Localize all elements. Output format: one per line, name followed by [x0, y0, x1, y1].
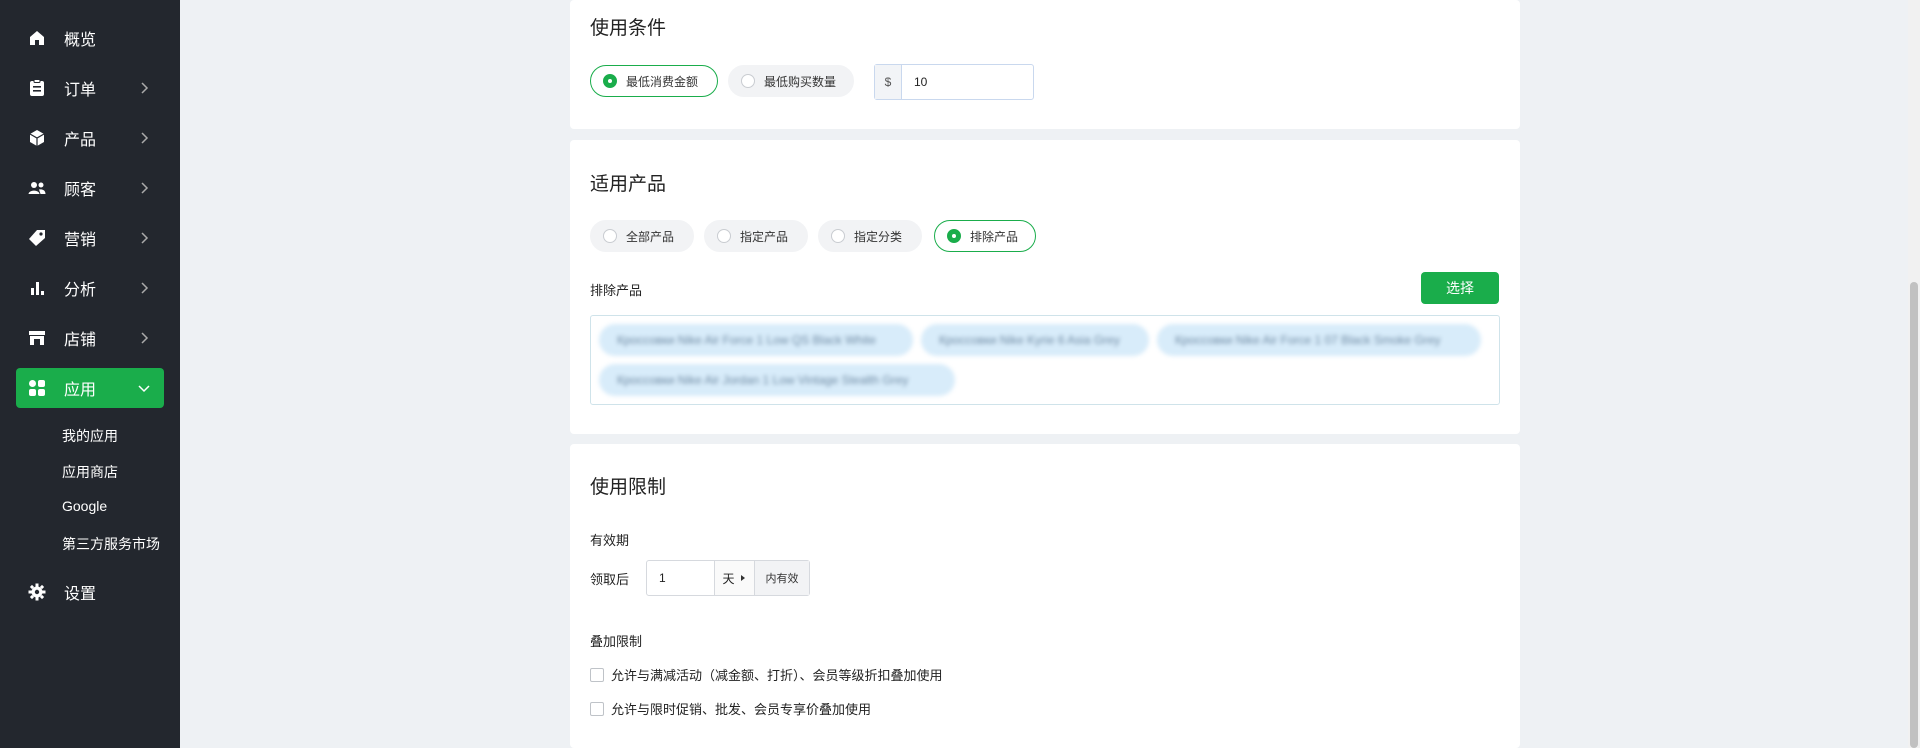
- sidebar-item-label: 设置: [64, 586, 97, 603]
- store-icon: [26, 327, 48, 349]
- checkbox-unchecked-icon[interactable]: [590, 667, 604, 682]
- sidebar-item-label: 店铺: [64, 332, 97, 349]
- select-button[interactable]: 选择: [1421, 272, 1499, 304]
- clipboard-icon: [26, 77, 48, 99]
- section-title: 适用产品: [590, 174, 667, 195]
- chevron-right-icon: [141, 82, 149, 94]
- radio-label: 指定分类: [854, 229, 903, 244]
- caret-right-icon: [740, 575, 745, 581]
- excluded-products-box: Кроссовки Nike Air Force 1 Low QS Black …: [590, 315, 1500, 405]
- stack-limit-label: 叠加限制: [590, 634, 643, 649]
- radio-unchecked-icon: [717, 229, 731, 243]
- radio-label: 全部产品: [626, 229, 675, 244]
- product-tag[interactable]: Кроссовки Nike Air Force 1 Low QS Black …: [599, 324, 913, 356]
- sidebar-item-apps[interactable]: 应用: [16, 368, 164, 408]
- radio-min-quantity[interactable]: 最低购买数量: [728, 65, 854, 97]
- amount-value: 10: [914, 75, 928, 89]
- sidebar-subitem-google[interactable]: Google: [62, 498, 107, 514]
- users-icon: [26, 177, 48, 199]
- sidebar-item-label: 顾客: [64, 182, 97, 199]
- scrollbar-thumb[interactable]: [1910, 282, 1918, 748]
- unit-label: 天: [722, 571, 735, 586]
- sidebar-item-products[interactable]: 产品: [16, 118, 164, 158]
- days-value[interactable]: 1: [647, 561, 715, 595]
- radio-specific-products[interactable]: 指定产品: [704, 220, 808, 252]
- chevron-right-icon: [141, 182, 149, 194]
- sidebar-item-label: 营销: [64, 232, 97, 249]
- sidebar-subitem-my-apps[interactable]: 我的应用: [62, 426, 118, 446]
- section-title: 使用条件: [590, 18, 667, 39]
- sidebar-item-overview[interactable]: 概览: [16, 18, 164, 58]
- usage-limits-card: 使用限制 有效期 领取后 1 天 内有效 叠加限制 允许与满减活动（减金额、打折…: [570, 444, 1520, 748]
- sidebar-item-marketing[interactable]: 营销: [16, 218, 164, 258]
- sidebar-item-orders[interactable]: 订单: [16, 68, 164, 108]
- min-amount-input[interactable]: $ 10: [874, 64, 1034, 100]
- product-tag[interactable]: Кроссовки Nike Air Jordan 1 Low Vintage …: [599, 364, 955, 396]
- gear-icon: [26, 581, 48, 603]
- excluded-products-label: 排除产品: [590, 283, 643, 298]
- checkbox-label: 允许与限时促销、批发、会员专享价叠加使用: [611, 702, 872, 717]
- radio-unchecked-icon: [603, 229, 617, 243]
- sidebar-item-label: 应用: [64, 382, 97, 399]
- sidebar-item-customers[interactable]: 顾客: [16, 168, 164, 208]
- radio-checked-icon: [947, 229, 961, 243]
- checkbox-unchecked-icon[interactable]: [590, 701, 604, 716]
- sidebar-item-label: 分析: [64, 282, 97, 299]
- radio-unchecked-icon: [741, 74, 755, 88]
- radio-unchecked-icon: [831, 229, 845, 243]
- sidebar-item-label: 概览: [64, 32, 97, 49]
- product-tag[interactable]: Кроссовки Nike Air Force 1 07 Black Smok…: [1157, 324, 1481, 356]
- sidebar-item-label: 订单: [64, 82, 97, 99]
- product-tag[interactable]: Кроссовки Nike Kyrie 6 Asia Grey: [921, 324, 1149, 356]
- radio-all-products[interactable]: 全部产品: [590, 220, 694, 252]
- radio-label: 最低购买数量: [764, 74, 837, 89]
- radio-min-spend[interactable]: 最低消费金额: [590, 65, 718, 97]
- sidebar: 概览 订单 产品 顾客 营销 分析 店铺 应用 我的应用 应用商店 Google…: [0, 0, 180, 748]
- usage-conditions-card: 使用条件 最低消费金额 最低购买数量 $ 10: [570, 0, 1520, 129]
- sidebar-item-settings[interactable]: 设置: [16, 572, 164, 612]
- validity-duration-input[interactable]: 1 天 内有效: [646, 560, 810, 596]
- stack-option-promo[interactable]: 允许与限时促销、批发、会员专享价叠加使用: [590, 699, 871, 718]
- tag-icon: [26, 227, 48, 249]
- stack-option-discount[interactable]: 允许与满减活动（减金额、打折）、会员等级折扣叠加使用: [590, 665, 943, 684]
- section-title: 使用限制: [590, 477, 667, 498]
- apps-icon: [26, 377, 48, 399]
- radio-label: 最低消费金额: [626, 74, 699, 89]
- box-icon: [26, 127, 48, 149]
- sidebar-item-analytics[interactable]: 分析: [16, 268, 164, 308]
- sidebar-subitem-app-store[interactable]: 应用商店: [62, 462, 118, 482]
- applicable-products-card: 适用产品 全部产品 指定产品 指定分类 排除产品 排除产品 选择 Кроссов…: [570, 140, 1520, 434]
- sidebar-item-label: 产品: [64, 132, 97, 149]
- validity-suffix: 内有效: [755, 561, 809, 595]
- sidebar-item-store[interactable]: 店铺: [16, 318, 164, 358]
- chevron-right-icon: [141, 132, 149, 144]
- validity-label: 有效期: [590, 533, 630, 548]
- chevron-right-icon: [141, 282, 149, 294]
- bar-chart-icon: [26, 277, 48, 299]
- radio-checked-icon: [603, 74, 617, 88]
- radio-specific-categories[interactable]: 指定分类: [818, 220, 922, 252]
- radio-label: 指定产品: [740, 229, 789, 244]
- after-receive-label: 领取后: [590, 572, 630, 587]
- unit-select[interactable]: 天: [715, 561, 755, 595]
- home-icon: [26, 27, 48, 49]
- chevron-right-icon: [141, 232, 149, 244]
- chevron-down-icon: [138, 385, 150, 393]
- sidebar-subitem-third-party-market[interactable]: 第三方服务市场: [62, 534, 160, 554]
- checkbox-label: 允许与满减活动（减金额、打折）、会员等级折扣叠加使用: [611, 668, 943, 683]
- radio-label: 排除产品: [970, 229, 1019, 244]
- chevron-right-icon: [141, 332, 149, 344]
- currency-prefix: $: [875, 65, 902, 99]
- radio-exclude-products[interactable]: 排除产品: [934, 220, 1036, 252]
